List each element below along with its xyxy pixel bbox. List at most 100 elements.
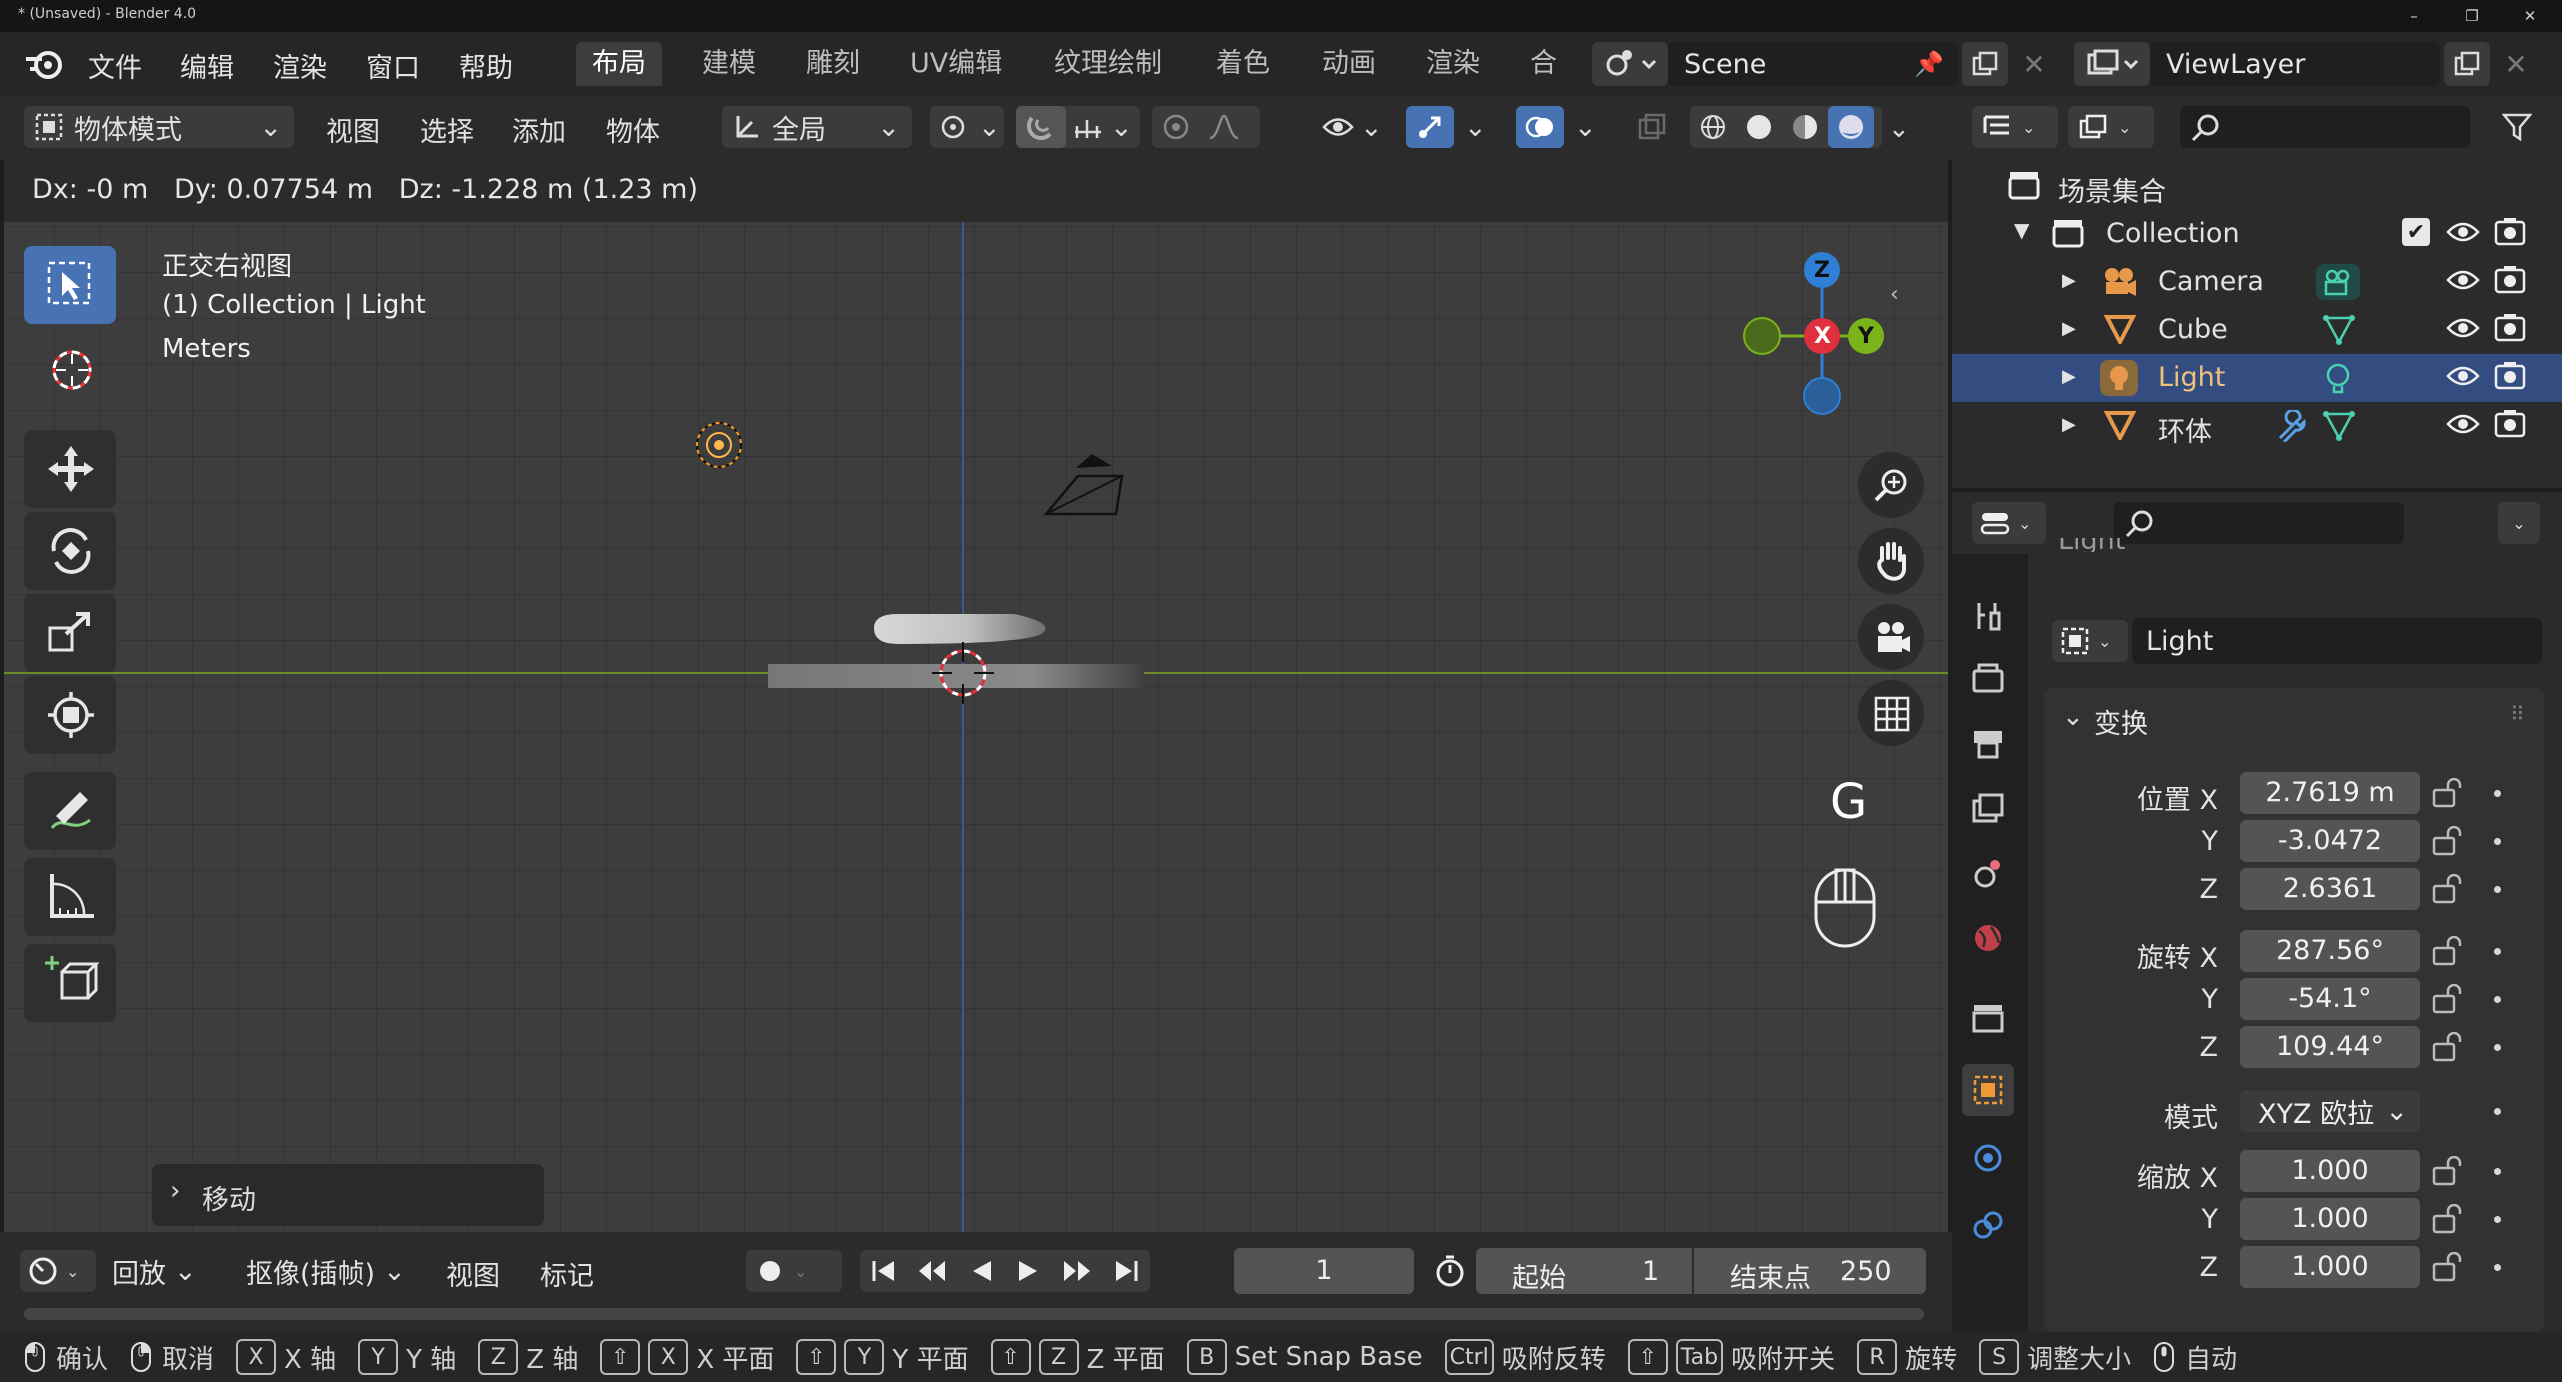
keyframe-dot-icon[interactable]	[2494, 790, 2501, 797]
render-camera-icon[interactable]	[2494, 408, 2526, 438]
chevron-down-icon[interactable]: ⌄	[2062, 702, 2084, 732]
add-cube-tool[interactable]	[24, 944, 116, 1022]
3d-viewport[interactable]: Dx: -0 m Dy: 0.07754 m Dz: -1.228 m (1.2…	[4, 160, 1948, 1232]
move-tool[interactable]	[24, 430, 116, 508]
xray-toggle-icon[interactable]	[1630, 106, 1674, 148]
perspective-toggle-button[interactable]	[1858, 680, 1924, 746]
zoom-button[interactable]	[1858, 452, 1924, 518]
light-data-icon[interactable]	[2322, 362, 2354, 394]
pivot-point-dropdown[interactable]: ⌄	[930, 106, 1004, 148]
camera-view-button[interactable]	[1858, 604, 1924, 670]
menu-edit[interactable]: 编辑	[180, 46, 234, 85]
render-camera-icon[interactable]	[2494, 312, 2526, 342]
view-layer-browse-icon[interactable]	[2074, 42, 2150, 86]
end-frame-field[interactable]: 结束点 250	[1694, 1248, 1926, 1294]
drag-handle-icon[interactable]: ⠿	[2510, 702, 2525, 726]
scale-z-field[interactable]: 1.000	[2240, 1246, 2420, 1288]
modifier-wrench-icon[interactable]	[2274, 410, 2308, 442]
transform-tool[interactable]	[24, 676, 116, 754]
solid-shading-icon[interactable]	[1736, 112, 1782, 142]
keyframe-dot-icon[interactable]	[2494, 1264, 2501, 1271]
visibility-dropdown[interactable]: ⌄	[1316, 106, 1396, 148]
object-name-field[interactable]: Light	[2132, 618, 2542, 664]
blender-logo-icon[interactable]	[22, 44, 66, 84]
tab-compositing[interactable]: 合成	[1514, 42, 1562, 86]
proportional-edit-icon[interactable]	[1152, 112, 1200, 142]
measure-tool[interactable]	[24, 858, 116, 936]
rotation-z-field[interactable]: 109.44°	[2240, 1026, 2420, 1068]
keyframe-dot-icon[interactable]	[2494, 1216, 2501, 1223]
constraints-tab-icon[interactable]	[1962, 1200, 2014, 1252]
menu-window[interactable]: 窗口	[366, 46, 420, 85]
new-scene-icon[interactable]	[1962, 42, 2008, 86]
mesh-data-icon[interactable]	[2322, 410, 2356, 442]
rotation-y-field[interactable]: -54.1°	[2240, 978, 2420, 1020]
next-keyframe-icon[interactable]	[1060, 1258, 1094, 1284]
output-tab-icon[interactable]	[1962, 718, 2014, 770]
rotation-mode-dropdown[interactable]: XYZ 欧拉 ⌄	[2240, 1090, 2420, 1132]
render-camera-icon[interactable]	[2494, 264, 2526, 294]
location-z-field[interactable]: 2.6361	[2240, 868, 2420, 910]
stopwatch-icon[interactable]	[1428, 1250, 1472, 1292]
tab-animation[interactable]: 动画	[1306, 42, 1392, 86]
scene-name-field[interactable]: Scene 📌	[1668, 42, 1958, 86]
overlays-toggle-icon[interactable]	[1516, 106, 1564, 148]
location-x-field[interactable]: 2.7619 m	[2240, 772, 2420, 814]
pin-icon[interactable]: 📌	[1912, 48, 1946, 80]
scale-tool[interactable]	[24, 594, 116, 672]
expand-down-icon[interactable]: ▼	[2014, 218, 2029, 242]
menu-object[interactable]: 物体	[606, 110, 660, 149]
play-icon[interactable]	[1015, 1258, 1041, 1284]
cursor-tool[interactable]	[24, 332, 116, 410]
view-layer-tab-icon[interactable]	[1962, 782, 2014, 834]
keyframe-dot-icon[interactable]	[2494, 886, 2501, 893]
lock-icon[interactable]	[2432, 936, 2468, 966]
select-box-tool[interactable]	[24, 246, 116, 324]
expand-right-icon[interactable]: ▶	[2062, 414, 2076, 435]
minimize-icon[interactable]: –	[2386, 2, 2442, 30]
new-view-layer-icon[interactable]	[2444, 42, 2490, 86]
object-tab-icon[interactable]	[1962, 1064, 2014, 1116]
record-icon[interactable]	[746, 1259, 794, 1283]
camera-data-icon[interactable]	[2316, 264, 2360, 300]
tool-settings-tab-icon[interactable]	[1962, 590, 2014, 642]
lock-icon[interactable]	[2432, 1032, 2468, 1062]
mesh-data-icon[interactable]	[2322, 314, 2356, 346]
scale-y-field[interactable]: 1.000	[2240, 1198, 2420, 1240]
chevron-down-icon[interactable]: ⌄	[1110, 112, 1133, 143]
annotate-tool[interactable]	[24, 772, 116, 850]
chevron-down-icon[interactable]: ⌄	[1574, 112, 1597, 143]
close-icon[interactable]: ✕	[2502, 2, 2558, 30]
keyframe-dot-icon[interactable]	[2494, 1108, 2501, 1115]
tab-layout[interactable]: 布局	[576, 42, 662, 86]
playback-menu[interactable]: 回放 ⌄	[112, 1250, 197, 1292]
expand-right-icon[interactable]: ▶	[2062, 318, 2076, 339]
keyframe-dot-icon[interactable]	[2494, 1168, 2501, 1175]
eye-icon[interactable]	[2446, 218, 2480, 246]
navigation-gizmo[interactable]	[1716, 244, 1886, 456]
tab-modeling[interactable]: 建模	[686, 42, 772, 86]
lock-icon[interactable]	[2432, 1156, 2468, 1186]
object-browse-dropdown[interactable]: ⌄	[2052, 620, 2128, 662]
prev-keyframe-icon[interactable]	[915, 1258, 949, 1284]
wireframe-shading-icon[interactable]	[1690, 112, 1736, 142]
menu-select[interactable]: 选择	[420, 110, 474, 149]
lock-icon[interactable]	[2432, 778, 2468, 808]
tab-sculpting[interactable]: 雕刻	[790, 42, 876, 86]
pan-hand-button[interactable]	[1858, 528, 1924, 594]
tab-rendering[interactable]: 渲染	[1410, 42, 1496, 86]
camera-object-icon[interactable]	[1040, 440, 1130, 520]
mode-dropdown[interactable]: 物体模式 ⌄	[24, 106, 294, 148]
timeline-scrollbar[interactable]	[24, 1308, 1924, 1320]
timeline-view-menu[interactable]: 视图	[446, 1254, 500, 1293]
lock-icon[interactable]	[2432, 874, 2468, 904]
scene-browse-icon[interactable]	[1592, 42, 1668, 86]
menu-add[interactable]: 添加	[512, 110, 566, 149]
menu-view[interactable]: 视图	[326, 110, 380, 149]
eye-icon[interactable]	[2446, 266, 2480, 294]
current-frame-field[interactable]: 1	[1234, 1248, 1414, 1294]
snap-increment-icon[interactable]	[1066, 112, 1110, 142]
checkbox-checked-icon[interactable]: ✔	[2402, 218, 2430, 246]
lock-icon[interactable]	[2432, 1204, 2468, 1234]
play-reverse-icon[interactable]	[969, 1258, 995, 1284]
